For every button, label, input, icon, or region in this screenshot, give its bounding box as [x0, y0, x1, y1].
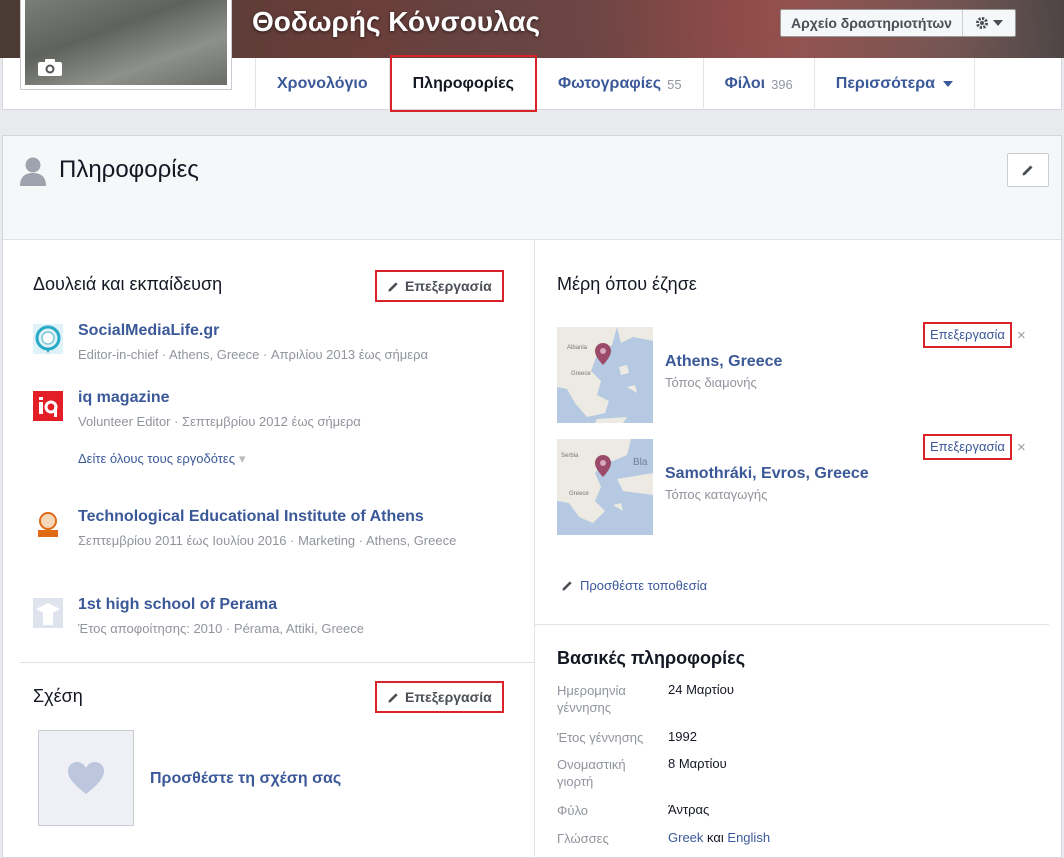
- info-row-languages: Γλώσσες Greek και English: [557, 830, 1037, 850]
- close-icon[interactable]: ×: [1017, 327, 1026, 344]
- activity-log-button[interactable]: Αρχείο δραστηριοτήτων: [780, 9, 1016, 37]
- school-icon[interactable]: [33, 598, 63, 628]
- activity-log-label[interactable]: Αρχείο δραστηριοτήτων: [781, 10, 963, 36]
- chevron-down-icon: [992, 20, 1003, 26]
- place-item: Serbia Bla Greece Samothráki, Evros, Gre…: [557, 434, 1037, 535]
- place-type: Τόπος καταγωγής: [665, 487, 768, 502]
- education-item: Technological Educational Institute of A…: [33, 508, 513, 568]
- tab-about[interactable]: Πληροφορίες: [389, 55, 537, 112]
- tei-athens-logo[interactable]: [33, 510, 63, 540]
- pencil-icon: [562, 581, 572, 591]
- education-meta: Έτος αποφοίτησης: 2010 · Pérama, Attiki,…: [78, 621, 364, 636]
- profile-name[interactable]: Θοδωρής Κόνσουλας: [252, 6, 540, 38]
- basic-info-title: Βασικές πληροφορίες: [557, 648, 746, 668]
- places-title: Μέρη όπου έζησε: [557, 274, 697, 294]
- relationship-edit-button[interactable]: Επεξεργασία: [375, 681, 504, 713]
- info-key: Έτος γέννησης: [557, 730, 644, 745]
- place-item: Albania Greece Athens, Greece Τόπος διαμ…: [557, 322, 1037, 423]
- person-icon: [20, 157, 46, 186]
- tab-more[interactable]: Περισσότερα: [815, 58, 975, 110]
- place-edit-link[interactable]: Επεξεργασία: [923, 322, 1012, 348]
- info-value: Greek και English: [668, 830, 771, 845]
- work-edit-button[interactable]: Επεξεργασία: [375, 270, 504, 302]
- section-divider: [535, 624, 1049, 625]
- tab-timeline[interactable]: Χρονολόγιο: [255, 58, 390, 110]
- friends-count: 396: [771, 76, 793, 92]
- gear-icon: [975, 17, 988, 29]
- education-name[interactable]: 1st high school of Perama: [78, 596, 277, 614]
- camera-icon[interactable]: [37, 59, 63, 77]
- work-name[interactable]: iq magazine: [78, 389, 170, 407]
- map-label: Bla: [633, 457, 648, 468]
- left-column: Δουλειά και εκπαίδευση Επεξεργασία Socia…: [3, 240, 535, 858]
- work-meta: Editor-in-chief · Athens, Greece · Απριλ…: [78, 347, 428, 362]
- info-key: Ονομαστική γιορτή: [557, 757, 626, 789]
- relationship-placeholder[interactable]: [38, 730, 134, 826]
- about-header: Πληροφορίες: [3, 136, 1061, 240]
- heart-icon: [68, 762, 104, 794]
- iq-magazine-logo[interactable]: [33, 391, 63, 421]
- map-label: Serbia: [561, 453, 579, 459]
- add-relationship-link[interactable]: Προσθέστε τη σχέση σας: [150, 770, 341, 788]
- work-meta: Volunteer Editor · Σεπτεμβρίου 2012 έως …: [78, 414, 361, 429]
- info-row-birth-year: Έτος γέννησης 1992: [557, 729, 1037, 749]
- info-value: 8 Μαρτίου: [668, 756, 727, 771]
- about-card: Πληροφορίες Δουλειά και εκπαίδευση Επεξε…: [2, 135, 1062, 858]
- work-education-title: Δουλειά και εκπαίδευση: [33, 274, 223, 294]
- socialmedialife-logo[interactable]: [33, 324, 63, 354]
- map-label: Greece: [569, 491, 589, 497]
- map-label: Greece: [571, 371, 591, 377]
- info-key: Γλώσσες: [557, 831, 609, 846]
- map-thumbnail[interactable]: Albania Greece: [557, 327, 653, 423]
- education-name[interactable]: Technological Educational Institute of A…: [78, 508, 424, 526]
- place-name[interactable]: Samothráki, Evros, Greece: [665, 465, 869, 483]
- map-label: Albania: [567, 345, 588, 351]
- close-icon[interactable]: ×: [1017, 439, 1026, 456]
- pencil-icon: [388, 692, 398, 703]
- section-divider: [20, 662, 535, 663]
- education-item: 1st high school of Perama Έτος αποφοίτησ…: [33, 596, 513, 640]
- relationship-title: Σχέση: [33, 686, 83, 706]
- settings-menu-button[interactable]: [963, 10, 1015, 36]
- info-key: Ημερομηνία γέννησης: [557, 683, 626, 715]
- info-row-gender: Φύλο Άντρας: [557, 802, 1037, 822]
- see-all-employers-link[interactable]: Δείτε όλους τους εργοδότες ▾: [78, 451, 246, 467]
- language-link[interactable]: Greek: [668, 830, 703, 845]
- add-place-link[interactable]: Προσθέστε τοποθεσία: [561, 578, 707, 593]
- right-column: Μέρη όπου έζησε Albania Greece Athens, G…: [535, 240, 1061, 858]
- place-type: Τόπος διαμονής: [665, 375, 757, 390]
- pencil-icon: [388, 281, 398, 292]
- pencil-icon: [1022, 165, 1033, 176]
- tab-photos[interactable]: Φωτογραφίες 55: [537, 58, 704, 110]
- info-value: 24 Μαρτίου: [668, 682, 734, 697]
- place-edit-link[interactable]: Επεξεργασία: [923, 434, 1012, 460]
- info-key: Φύλο: [557, 803, 589, 818]
- about-edit-button[interactable]: [1007, 153, 1049, 187]
- tab-friends[interactable]: Φίλοι 396: [704, 58, 815, 110]
- profile-picture[interactable]: [20, 0, 232, 90]
- work-name[interactable]: SocialMediaLife.gr: [78, 322, 219, 340]
- work-item: iq magazine Volunteer Editor · Σεπτεμβρί…: [33, 389, 513, 433]
- work-item: SocialMediaLife.gr Editor-in-chief · Ath…: [33, 322, 513, 366]
- photos-count: 55: [667, 76, 682, 92]
- place-name[interactable]: Athens, Greece: [665, 353, 782, 371]
- info-value: 1992: [668, 729, 697, 744]
- info-row-birthday: Ημερομηνία γέννησης 24 Μαρτίου: [557, 682, 1037, 718]
- language-link[interactable]: English: [727, 830, 770, 845]
- info-value: Άντρας: [668, 802, 710, 817]
- info-row-name-day: Ονομαστική γιορτή 8 Μαρτίου: [557, 756, 1037, 792]
- chevron-down-icon: [942, 81, 953, 87]
- education-meta: Σεπτεμβρίου 2011 έως Ιουλίου 2016 · Mark…: [78, 533, 457, 548]
- about-title: Πληροφορίες: [59, 156, 199, 183]
- map-thumbnail[interactable]: Serbia Bla Greece: [557, 439, 653, 535]
